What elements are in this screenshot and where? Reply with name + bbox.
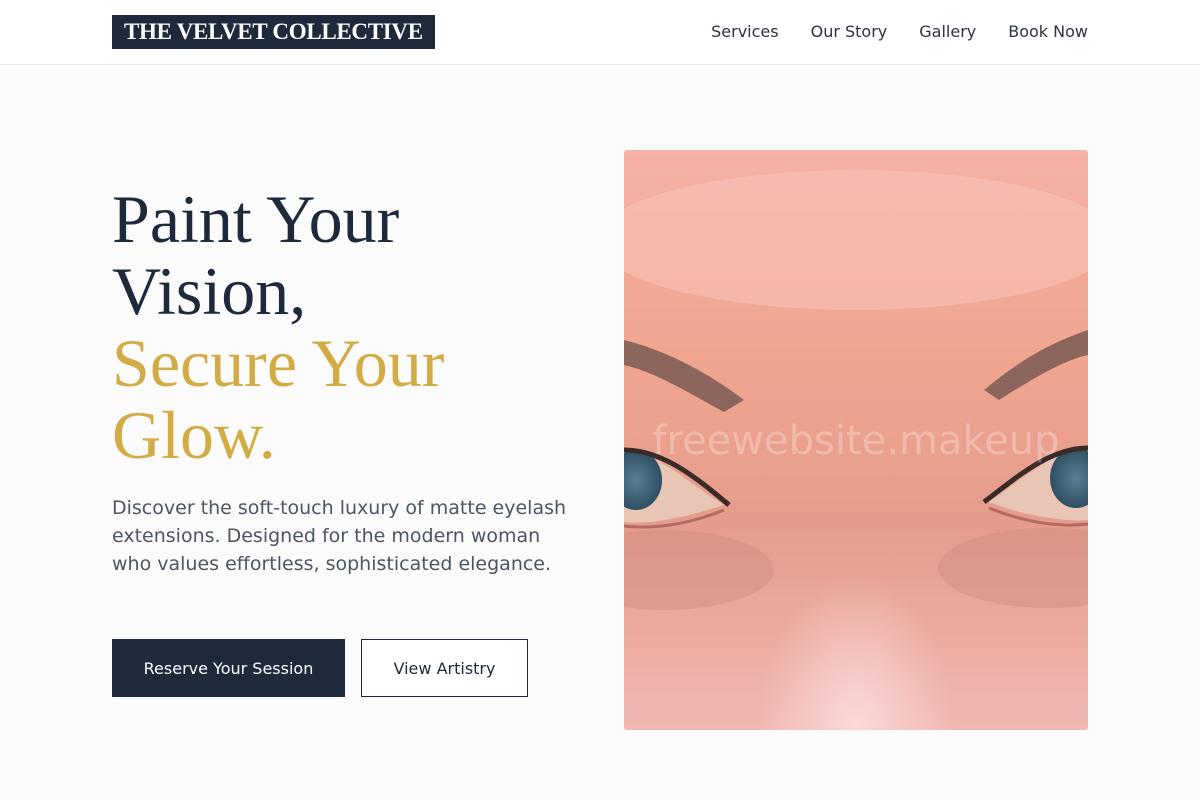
hero-image: freewebsite.makeup bbox=[624, 150, 1088, 730]
hero-description: Discover the soft-touch luxury of matte … bbox=[112, 497, 567, 575]
headline-accent-line-2: Glow. bbox=[112, 397, 276, 473]
headline-accent-line-1: Secure Your bbox=[112, 325, 445, 401]
nav-link-our-story[interactable]: Our Story bbox=[811, 22, 888, 41]
reserve-session-button[interactable]: Reserve Your Session bbox=[112, 639, 345, 697]
nav-link-book-now[interactable]: Book Now bbox=[1008, 22, 1088, 41]
main-nav: Services Our Story Gallery Book Now bbox=[711, 0, 1088, 62]
site-logo[interactable]: THE VELVET COLLECTIVE bbox=[112, 15, 435, 49]
hero-headline: Paint Your Vision, Secure Your Glow. bbox=[112, 183, 592, 471]
nav-link-services[interactable]: Services bbox=[711, 22, 778, 41]
view-artistry-button[interactable]: View Artistry bbox=[361, 639, 528, 697]
headline-line-1: Paint Your bbox=[112, 181, 400, 257]
nav-link-gallery[interactable]: Gallery bbox=[919, 22, 976, 41]
image-watermark: freewebsite.makeup bbox=[652, 418, 1060, 464]
headline-line-2: Vision, bbox=[112, 253, 307, 329]
site-header: THE VELVET COLLECTIVE Services Our Story… bbox=[0, 0, 1200, 65]
